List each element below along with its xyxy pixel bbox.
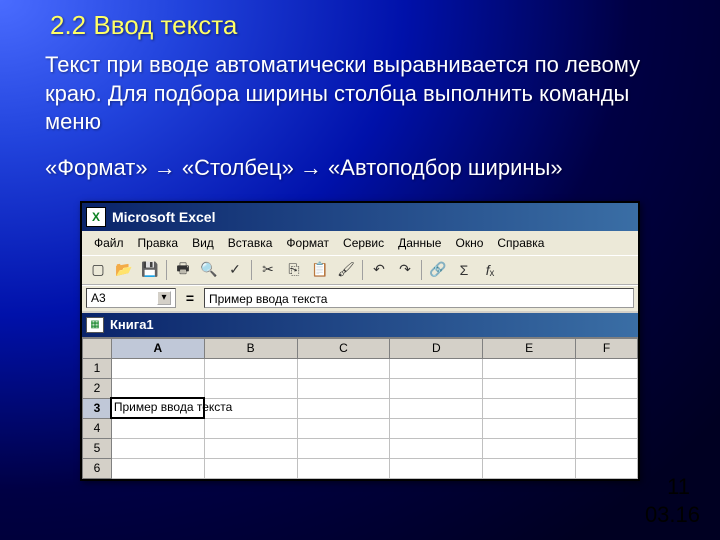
name-box-value: A3 bbox=[91, 291, 106, 305]
row-header-5[interactable]: 5 bbox=[83, 438, 112, 458]
cell[interactable] bbox=[297, 438, 390, 458]
menu-edit[interactable]: Правка bbox=[132, 234, 185, 252]
separator bbox=[251, 260, 252, 280]
menu-data[interactable]: Данные bbox=[392, 234, 447, 252]
cell[interactable] bbox=[111, 458, 204, 478]
cut-icon[interactable]: ✂ bbox=[256, 258, 280, 282]
app-titlebar[interactable]: X Microsoft Excel bbox=[82, 203, 638, 231]
equals-icon[interactable]: = bbox=[180, 290, 200, 306]
menu-bar: Файл Правка Вид Вставка Формат Сервис Да… bbox=[82, 231, 638, 255]
preview-icon[interactable]: 🔍 bbox=[197, 258, 221, 282]
menu-view[interactable]: Вид bbox=[186, 234, 220, 252]
excel-window: X Microsoft Excel Файл Правка Вид Вставк… bbox=[80, 201, 640, 481]
cell[interactable] bbox=[576, 458, 638, 478]
separator bbox=[362, 260, 363, 280]
cell[interactable] bbox=[204, 418, 297, 438]
excel-app-icon: X bbox=[86, 207, 106, 227]
cell[interactable] bbox=[111, 378, 204, 398]
formula-bar: A3 ▾ = Пример ввода текста bbox=[82, 285, 638, 311]
new-icon[interactable]: ▢ bbox=[86, 258, 110, 282]
row-header-3[interactable]: 3 bbox=[83, 398, 112, 418]
cell[interactable] bbox=[111, 418, 204, 438]
open-icon[interactable]: 📂 bbox=[112, 258, 136, 282]
col-header-a[interactable]: A bbox=[111, 338, 204, 358]
cell[interactable] bbox=[483, 378, 576, 398]
cell[interactable] bbox=[576, 418, 638, 438]
cell[interactable] bbox=[390, 378, 483, 398]
menu-insert[interactable]: Вставка bbox=[222, 234, 279, 252]
name-box[interactable]: A3 ▾ bbox=[86, 288, 176, 308]
cell[interactable] bbox=[576, 378, 638, 398]
menu-tools[interactable]: Сервис bbox=[337, 234, 390, 252]
page-number: 11 bbox=[667, 474, 690, 500]
cell[interactable] bbox=[483, 398, 576, 418]
cell[interactable] bbox=[204, 378, 297, 398]
cell[interactable] bbox=[111, 358, 204, 378]
cell[interactable] bbox=[390, 438, 483, 458]
cell[interactable] bbox=[204, 438, 297, 458]
cell[interactable] bbox=[483, 418, 576, 438]
workbook-title: Книга1 bbox=[110, 317, 154, 332]
cell[interactable] bbox=[297, 358, 390, 378]
select-all-corner[interactable] bbox=[83, 338, 112, 358]
toolbar: ▢ 📂 💾 🖶 🔍 ✓ ✂ ⎘ 📋 🖌 ↶ ↷ 🔗 Σ fₓ bbox=[82, 255, 638, 285]
format-painter-icon[interactable]: 🖌 bbox=[334, 258, 358, 282]
cell[interactable] bbox=[576, 358, 638, 378]
col-header-e[interactable]: E bbox=[483, 338, 576, 358]
slide-heading: 2.2 Ввод текста bbox=[0, 0, 720, 41]
cell[interactable] bbox=[204, 358, 297, 378]
fx-icon[interactable]: fₓ bbox=[478, 258, 502, 282]
workbook-icon: ▦ bbox=[86, 317, 104, 333]
menu-file[interactable]: Файл bbox=[88, 234, 130, 252]
cell[interactable] bbox=[111, 438, 204, 458]
cell[interactable] bbox=[483, 438, 576, 458]
footer-date: 03.16 bbox=[645, 502, 700, 528]
cell[interactable] bbox=[390, 398, 483, 418]
cell[interactable] bbox=[297, 458, 390, 478]
separator bbox=[421, 260, 422, 280]
app-title: Microsoft Excel bbox=[112, 209, 215, 225]
print-icon[interactable]: 🖶 bbox=[171, 258, 195, 282]
row-header-2[interactable]: 2 bbox=[83, 378, 112, 398]
spreadsheet-grid[interactable]: A B C D E F 1 2 3 Пример ввода текста bbox=[82, 337, 638, 479]
menu-window[interactable]: Окно bbox=[449, 234, 489, 252]
menu-help[interactable]: Справка bbox=[491, 234, 550, 252]
cell[interactable] bbox=[390, 458, 483, 478]
cell[interactable] bbox=[297, 418, 390, 438]
cell[interactable] bbox=[576, 438, 638, 458]
undo-icon[interactable]: ↶ bbox=[367, 258, 391, 282]
cell[interactable] bbox=[483, 458, 576, 478]
copy-icon[interactable]: ⎘ bbox=[282, 258, 306, 282]
cell[interactable] bbox=[297, 378, 390, 398]
slide-paragraph: Текст при вводе автоматически выравнивае… bbox=[0, 41, 720, 137]
cell[interactable] bbox=[483, 358, 576, 378]
cell-text: Пример ввода текста bbox=[114, 400, 232, 414]
col-header-f[interactable]: F bbox=[576, 338, 638, 358]
cell[interactable] bbox=[576, 398, 638, 418]
formula-input[interactable]: Пример ввода текста bbox=[204, 288, 634, 308]
autosum-icon[interactable]: Σ bbox=[452, 258, 476, 282]
separator bbox=[166, 260, 167, 280]
cell[interactable] bbox=[390, 358, 483, 378]
row-header-1[interactable]: 1 bbox=[83, 358, 112, 378]
link-icon[interactable]: 🔗 bbox=[426, 258, 450, 282]
col-header-d[interactable]: D bbox=[390, 338, 483, 358]
spell-icon[interactable]: ✓ bbox=[223, 258, 247, 282]
redo-icon[interactable]: ↷ bbox=[393, 258, 417, 282]
save-icon[interactable]: 💾 bbox=[138, 258, 162, 282]
row-header-6[interactable]: 6 bbox=[83, 458, 112, 478]
cell[interactable] bbox=[390, 418, 483, 438]
cell[interactable] bbox=[204, 458, 297, 478]
col-header-b[interactable]: B bbox=[204, 338, 297, 358]
active-cell[interactable]: Пример ввода текста bbox=[111, 398, 204, 418]
slide-menu-path: «Формат» → «Столбец» → «Автоподбор ширин… bbox=[0, 137, 720, 201]
col-header-c[interactable]: C bbox=[297, 338, 390, 358]
chevron-down-icon[interactable]: ▾ bbox=[157, 291, 171, 305]
cell[interactable] bbox=[297, 398, 390, 418]
row-header-4[interactable]: 4 bbox=[83, 418, 112, 438]
menu-format[interactable]: Формат bbox=[280, 234, 335, 252]
workbook-titlebar[interactable]: ▦ Книга1 bbox=[82, 313, 638, 337]
paste-icon[interactable]: 📋 bbox=[308, 258, 332, 282]
